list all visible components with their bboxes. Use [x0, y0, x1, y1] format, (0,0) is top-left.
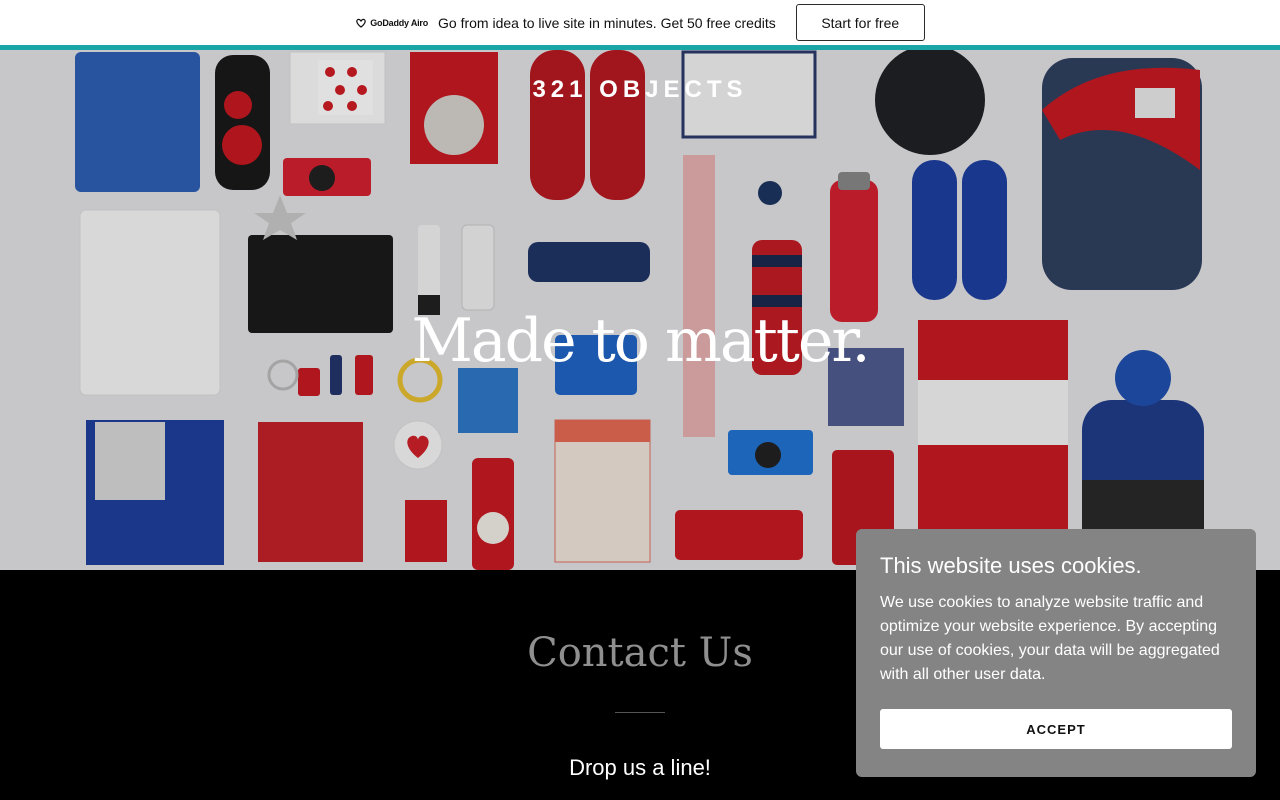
- cookie-title: This website uses cookies.: [880, 553, 1142, 578]
- hero-headline: Made to matter.: [411, 306, 870, 376]
- start-for-free-button[interactable]: Start for free: [795, 4, 925, 41]
- godaddy-airo-logo: GoDaddy Airo: [355, 18, 428, 28]
- cookie-banner: This website uses cookies. We use cookie…: [856, 529, 1256, 777]
- promo-message: Go from idea to live site in minutes. Ge…: [438, 14, 776, 31]
- promo-logo-text: GoDaddy Airo: [370, 17, 429, 28]
- contact-divider: [615, 712, 665, 713]
- promo-bar: GoDaddy Airo Go from idea to live site i…: [0, 0, 1280, 45]
- godaddy-icon: [356, 18, 366, 28]
- cookie-body: We use cookies to analyze website traffi…: [880, 594, 1220, 683]
- brand-logo-text[interactable]: 321 OBJECTS: [0, 76, 1280, 104]
- hero-section: 321 OBJECTS Made to matter.: [0, 50, 1280, 570]
- accept-cookies-button[interactable]: ACCEPT: [880, 709, 1232, 749]
